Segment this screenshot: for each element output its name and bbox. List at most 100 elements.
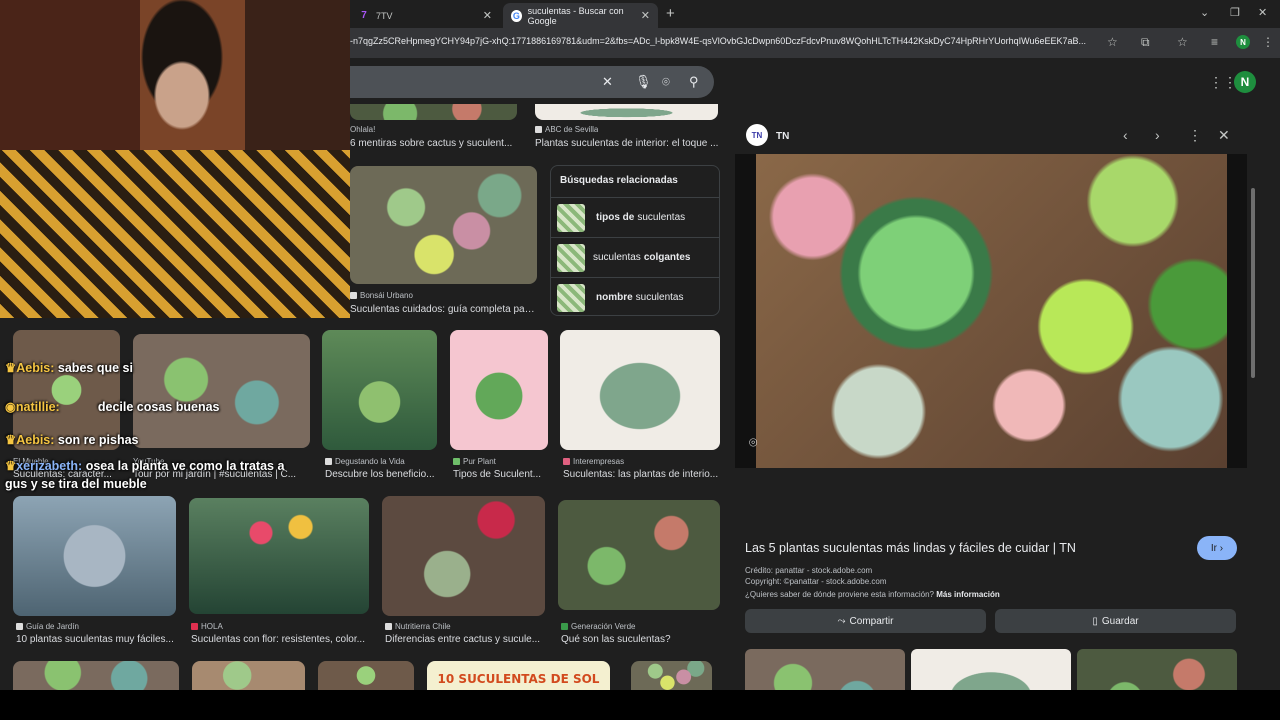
result-title[interactable]: 6 mentiras sobre cactus y suculent... — [350, 138, 515, 149]
related-item[interactable]: tipos de suculentas — [551, 197, 719, 237]
star-icon[interactable]: ☆ — [1107, 35, 1118, 49]
webcam-overlay — [0, 0, 350, 318]
result-image[interactable] — [189, 498, 369, 614]
related-image[interactable] — [1077, 649, 1237, 690]
search-icon[interactable]: ⚲ — [689, 74, 699, 90]
media-icon[interactable]: ≡ — [1211, 35, 1218, 49]
result-source: Pur Plant — [453, 457, 496, 466]
restore-icon[interactable]: ❐ — [1230, 6, 1240, 19]
save-button[interactable]: ▯ Guardar — [995, 609, 1236, 633]
menu-icon[interactable]: ⋮ — [1262, 35, 1274, 49]
result-source: ABC de Sevilla — [535, 125, 598, 134]
related-thumbnail — [557, 203, 585, 232]
preview-image[interactable] — [756, 154, 1227, 468]
crown-icon: ♛ — [5, 433, 17, 447]
related-item[interactable]: suculentas colgantes — [551, 237, 719, 277]
source-question: ¿Quieres saber de dónde proviene esta in… — [745, 590, 1000, 599]
visit-button[interactable]: Ir › — [1197, 536, 1237, 560]
result-title[interactable]: Descubre los beneficio... — [325, 469, 438, 480]
result-image[interactable] — [350, 104, 517, 120]
chat-message: gus y se tira del mueble — [5, 477, 147, 491]
crown-icon: ♛ — [5, 361, 17, 375]
share-button[interactable]: ⤳ Compartir — [745, 609, 986, 633]
scrollbar[interactable] — [1251, 188, 1255, 378]
more-info-link[interactable]: Más información — [936, 590, 1000, 599]
result-image[interactable] — [13, 496, 176, 616]
profile-icon[interactable]: N — [1236, 35, 1250, 49]
result-title[interactable]: Suculentas cuidados: guía completa par..… — [350, 304, 535, 315]
result-title[interactable]: Diferencias entre cactus y sucule... — [385, 634, 545, 645]
tab-7tv[interactable]: 7 7TV ✕ — [350, 3, 500, 28]
related-thumbnail — [557, 243, 585, 272]
close-icon[interactable]: ✕ — [1218, 127, 1230, 144]
search-input[interactable]: ✕ 🎙 ⌾ ⚲ — [300, 66, 714, 98]
7tv-icon: 7 — [361, 10, 367, 21]
extensions-icon[interactable]: ⧉ — [1141, 35, 1150, 50]
bookmark-icon: ▯ — [1092, 615, 1098, 627]
result-source: Interempresas — [563, 457, 624, 466]
result-image[interactable] — [450, 330, 548, 450]
result-image[interactable] — [558, 500, 720, 610]
result-source: HOLA — [191, 622, 223, 631]
result-title[interactable]: Plantas suculentas de interior: el toque… — [535, 138, 720, 149]
copyright-text: Copyright: ©panattar - stock.adobe.com — [745, 577, 887, 586]
result-title[interactable]: Qué son las suculentas? — [561, 634, 720, 645]
previous-icon[interactable]: ‹ — [1123, 127, 1128, 143]
credit-text: Crédito: panattar - stock.adobe.com — [745, 566, 873, 575]
related-image[interactable] — [911, 649, 1071, 690]
lens-icon[interactable]: ⌾ — [749, 434, 757, 451]
result-source: Generación Verde — [561, 622, 636, 631]
result-image[interactable] — [322, 330, 437, 450]
result-image[interactable] — [192, 661, 305, 690]
result-image[interactable] — [535, 104, 718, 120]
result-source: Ohlala! — [350, 125, 376, 134]
result-image[interactable] — [318, 661, 414, 690]
google-icon: G — [511, 9, 522, 22]
preview-site-name[interactable]: TN — [776, 131, 789, 142]
result-source: Degustando la Vida — [325, 457, 405, 466]
result-image[interactable] — [560, 330, 720, 450]
preview-image-frame: ⌾ — [735, 154, 1247, 468]
next-icon[interactable]: › — [1155, 127, 1160, 143]
close-icon[interactable]: ✕ — [641, 9, 650, 22]
tab-label: suculentas - Buscar con Google — [527, 5, 624, 26]
result-image[interactable] — [133, 334, 310, 448]
related-heading: Búsquedas relacionadas — [560, 175, 678, 186]
result-image[interactable] — [350, 166, 537, 284]
related-thumbnail — [557, 283, 585, 312]
chevron-down-icon[interactable]: ⌄ — [1200, 6, 1209, 19]
avatar[interactable]: N — [1234, 71, 1256, 93]
clear-icon[interactable]: ✕ — [602, 74, 613, 90]
microphone-icon[interactable]: 🎙 — [635, 74, 652, 90]
preview-title[interactable]: Las 5 plantas suculentas más lindas y fá… — [745, 541, 1076, 555]
close-icon[interactable]: ✕ — [483, 9, 492, 22]
chat-message: ♛Aebis: sabes que si — [5, 361, 133, 375]
crown-icon: ♛ — [5, 459, 17, 473]
result-title[interactable]: Suculentas: las plantas de interio... — [563, 469, 720, 480]
share-icon: ⤳ — [837, 615, 846, 627]
chat-message: ◉natillie: decile cosas buenas — [5, 400, 220, 414]
result-image[interactable]: 10 SUCULENTAS DE SOL — [427, 661, 610, 690]
result-title[interactable]: Suculentas con flor: resistentes, color.… — [191, 634, 369, 645]
image-preview-panel: TN TN ‹ › ⋮ ✕ ⌾ Las 5 plantas suculentas… — [735, 114, 1258, 690]
more-options-icon[interactable]: ⋮ — [1188, 127, 1202, 144]
result-source: Nutritierra Chile — [385, 622, 451, 631]
result-image[interactable] — [13, 661, 179, 690]
result-title[interactable]: Tipos de Suculent... — [453, 469, 548, 480]
chat-message: ♛Aebis: son re pishas — [5, 433, 139, 447]
result-image[interactable] — [631, 661, 712, 690]
bookmark-icon[interactable]: ☆ — [1177, 35, 1188, 49]
related-item[interactable]: nombre suculentas — [551, 277, 719, 317]
related-searches: Búsquedas relacionadas tipos de suculenta… — [550, 165, 720, 316]
result-source: Bonsái Urbano — [350, 291, 413, 300]
tab-label: 7TV — [376, 10, 393, 21]
result-image[interactable] — [382, 496, 545, 616]
close-window-icon[interactable]: ✕ — [1258, 6, 1267, 19]
lens-icon[interactable]: ⌾ — [662, 74, 670, 90]
result-title[interactable]: 10 plantas suculentas muy fáciles... — [16, 634, 176, 645]
new-tab-button[interactable]: + — [666, 5, 675, 22]
url-field[interactable]: -n7qgZz5CReHpmegYCHY94p7jG-xhQ:177188616… — [350, 36, 1098, 46]
chat-message: ♛xerizabeth: osea la planta ve como la t… — [5, 459, 285, 473]
related-image[interactable] — [745, 649, 905, 690]
tab-google-search[interactable]: G suculentas - Buscar con Google ✕ — [503, 3, 658, 28]
